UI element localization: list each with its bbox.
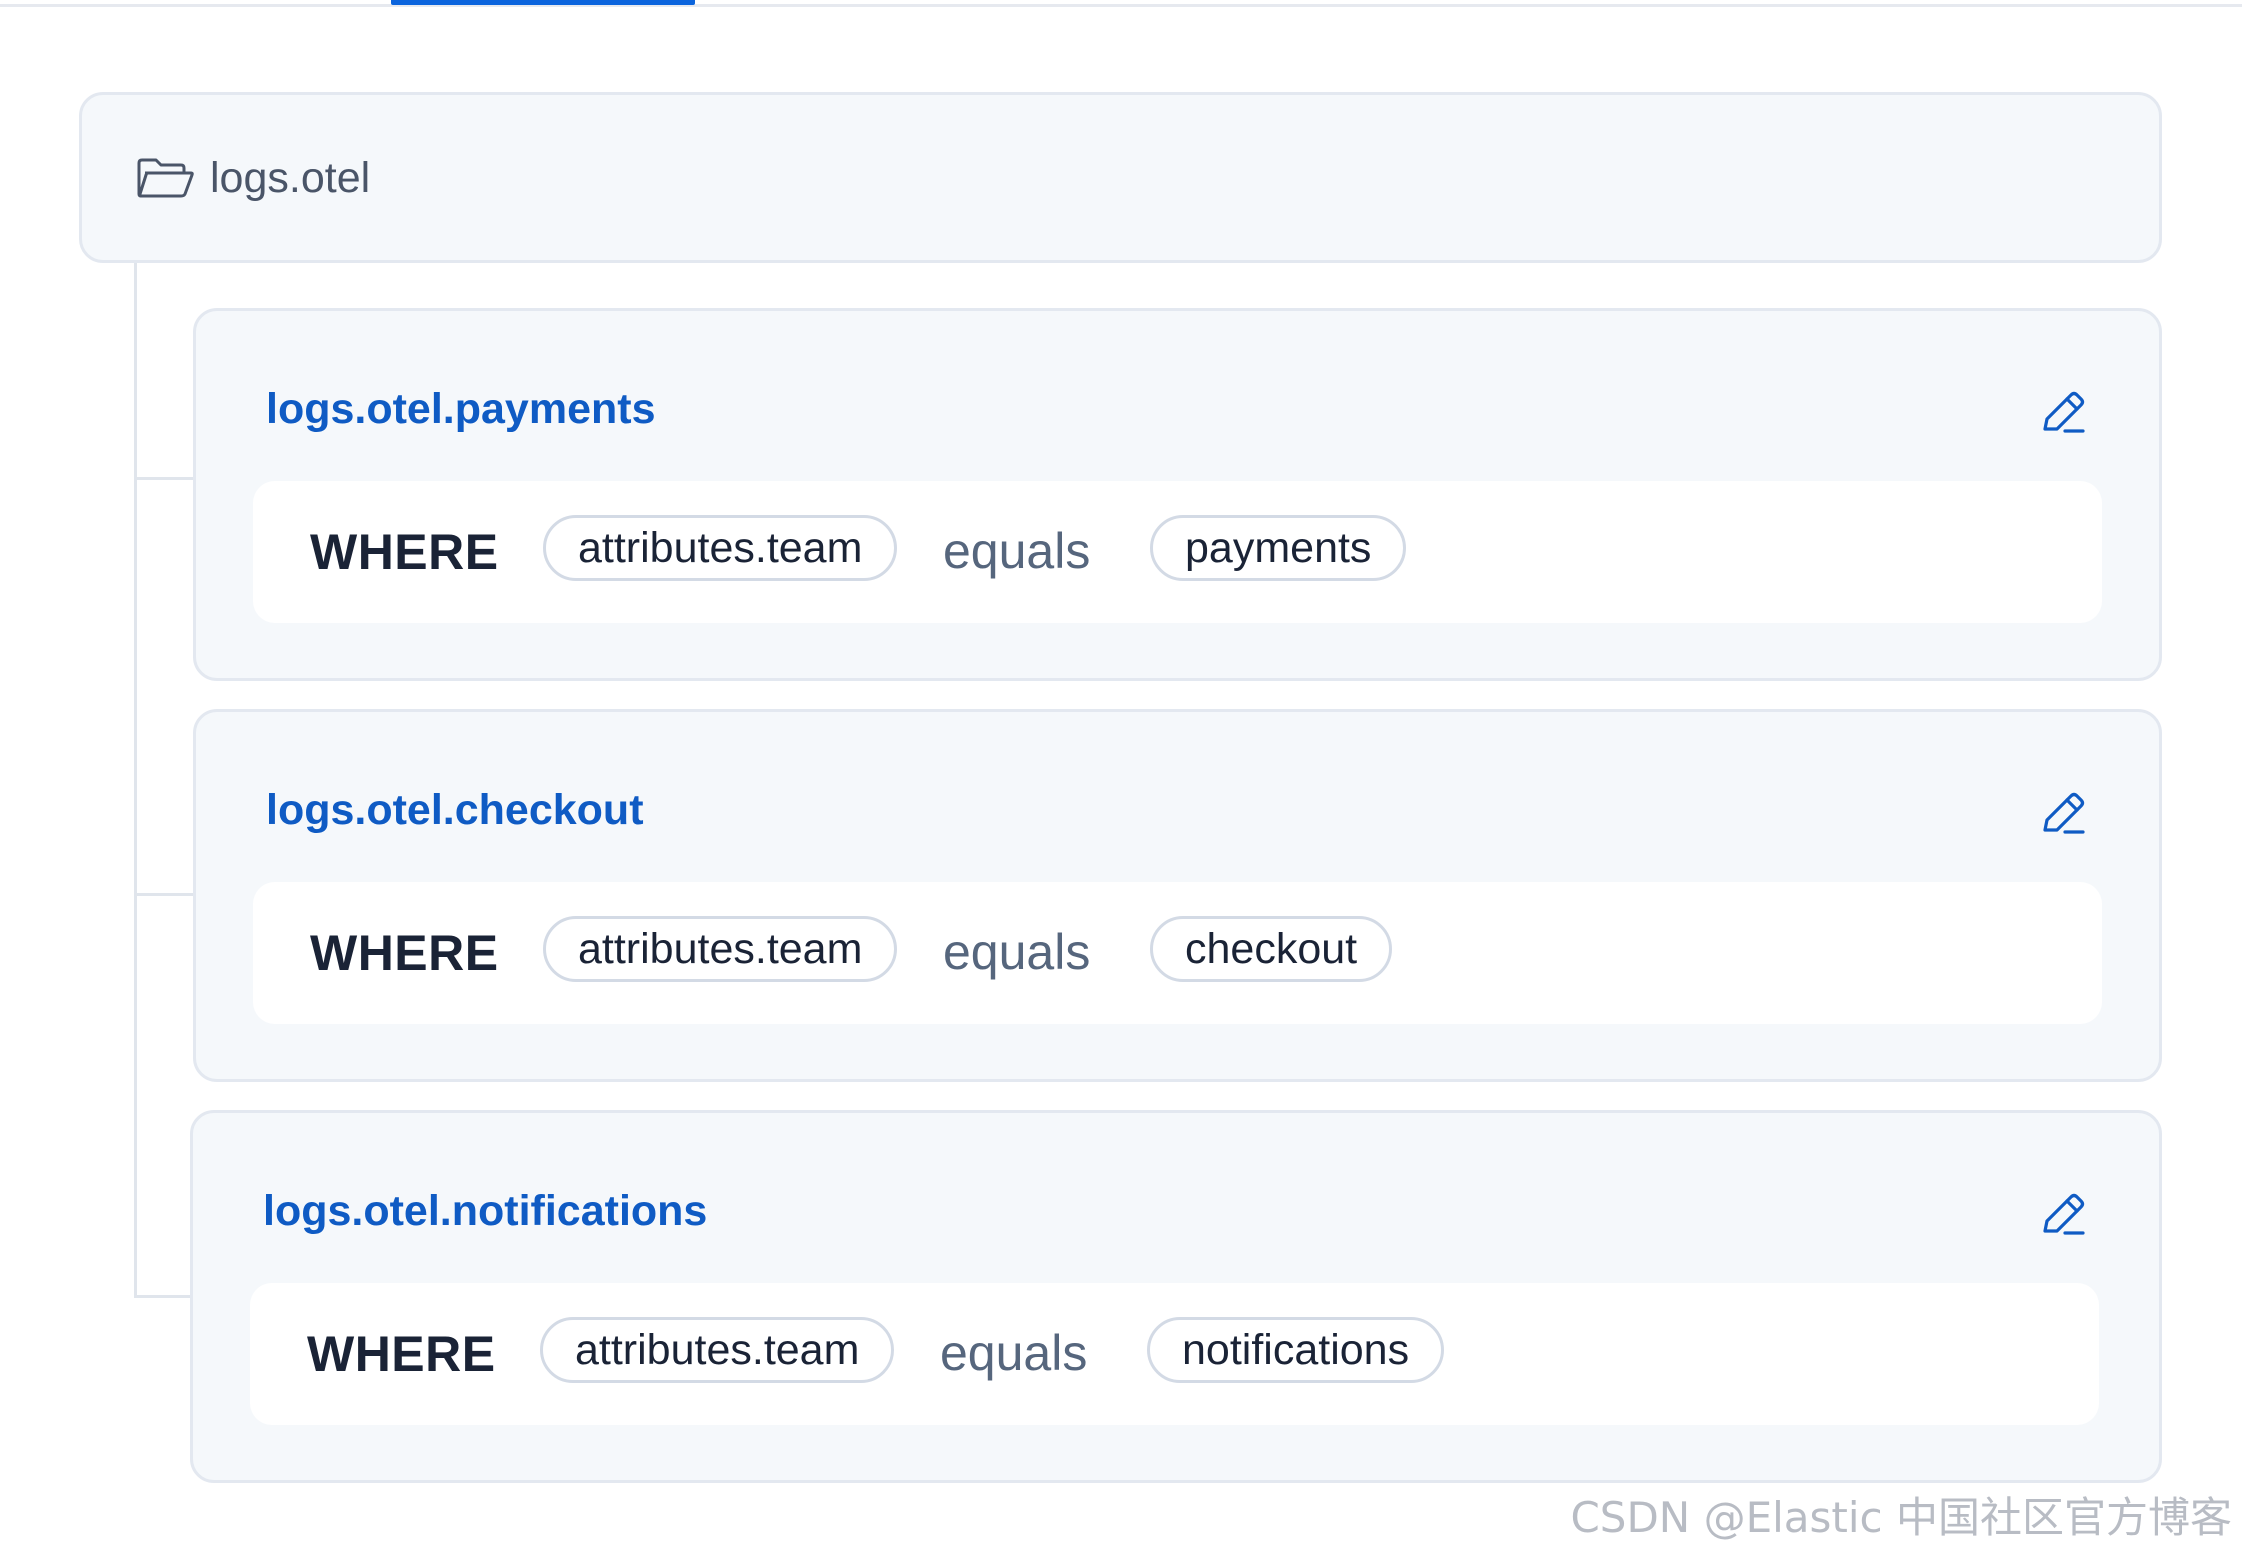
parent-stream-name: logs.otel xyxy=(210,154,371,202)
child-stream-card-notifications: logs.otel.notifications WHERE attributes… xyxy=(190,1110,2162,1483)
tree-connector-branch xyxy=(134,1295,196,1298)
child-stream-link[interactable]: logs.otel.payments xyxy=(266,383,655,435)
tree-connector-branch xyxy=(134,477,196,480)
pencil-icon xyxy=(2043,1193,2085,1235)
child-stream-card-checkout: logs.otel.checkout WHERE attributes.team… xyxy=(193,709,2162,1082)
child-stream-link[interactable]: logs.otel.notifications xyxy=(263,1185,707,1237)
field-pill[interactable]: attributes.team xyxy=(540,1317,895,1383)
folder-open-icon xyxy=(137,157,195,199)
value-pill[interactable]: payments xyxy=(1150,515,1407,581)
child-stream-link[interactable]: logs.otel.checkout xyxy=(266,784,644,836)
pencil-icon xyxy=(2043,391,2085,433)
value-pill[interactable]: checkout xyxy=(1150,916,1393,982)
child-stream-card-payments: logs.otel.payments WHERE attributes.team… xyxy=(193,308,2162,681)
tab-strip-divider xyxy=(0,4,2242,7)
field-pill[interactable]: attributes.team xyxy=(543,515,898,581)
routing-condition: WHERE attributes.team equals notificatio… xyxy=(250,1283,2099,1425)
operator-label: equals xyxy=(943,924,1091,980)
active-tab-indicator xyxy=(391,0,695,5)
where-keyword: WHERE xyxy=(310,524,499,580)
pencil-icon xyxy=(2043,792,2085,834)
operator-label: equals xyxy=(940,1325,1088,1381)
where-keyword: WHERE xyxy=(310,925,499,981)
edit-button[interactable] xyxy=(2039,1189,2089,1239)
operator-label: equals xyxy=(943,523,1091,579)
parent-stream-card[interactable]: logs.otel xyxy=(79,92,2162,263)
field-pill[interactable]: attributes.team xyxy=(543,916,898,982)
edit-button[interactable] xyxy=(2039,387,2089,437)
tree-connector-branch xyxy=(134,893,196,896)
routing-condition: WHERE attributes.team equals payments xyxy=(253,481,2102,623)
routing-condition: WHERE attributes.team equals checkout xyxy=(253,882,2102,1024)
value-pill[interactable]: notifications xyxy=(1147,1317,1445,1383)
edit-button[interactable] xyxy=(2039,788,2089,838)
where-keyword: WHERE xyxy=(307,1326,496,1382)
tree-connector-vertical xyxy=(134,263,137,1298)
watermark: CSDN @Elastic 中国社区官方博客 xyxy=(1570,1493,2232,1542)
